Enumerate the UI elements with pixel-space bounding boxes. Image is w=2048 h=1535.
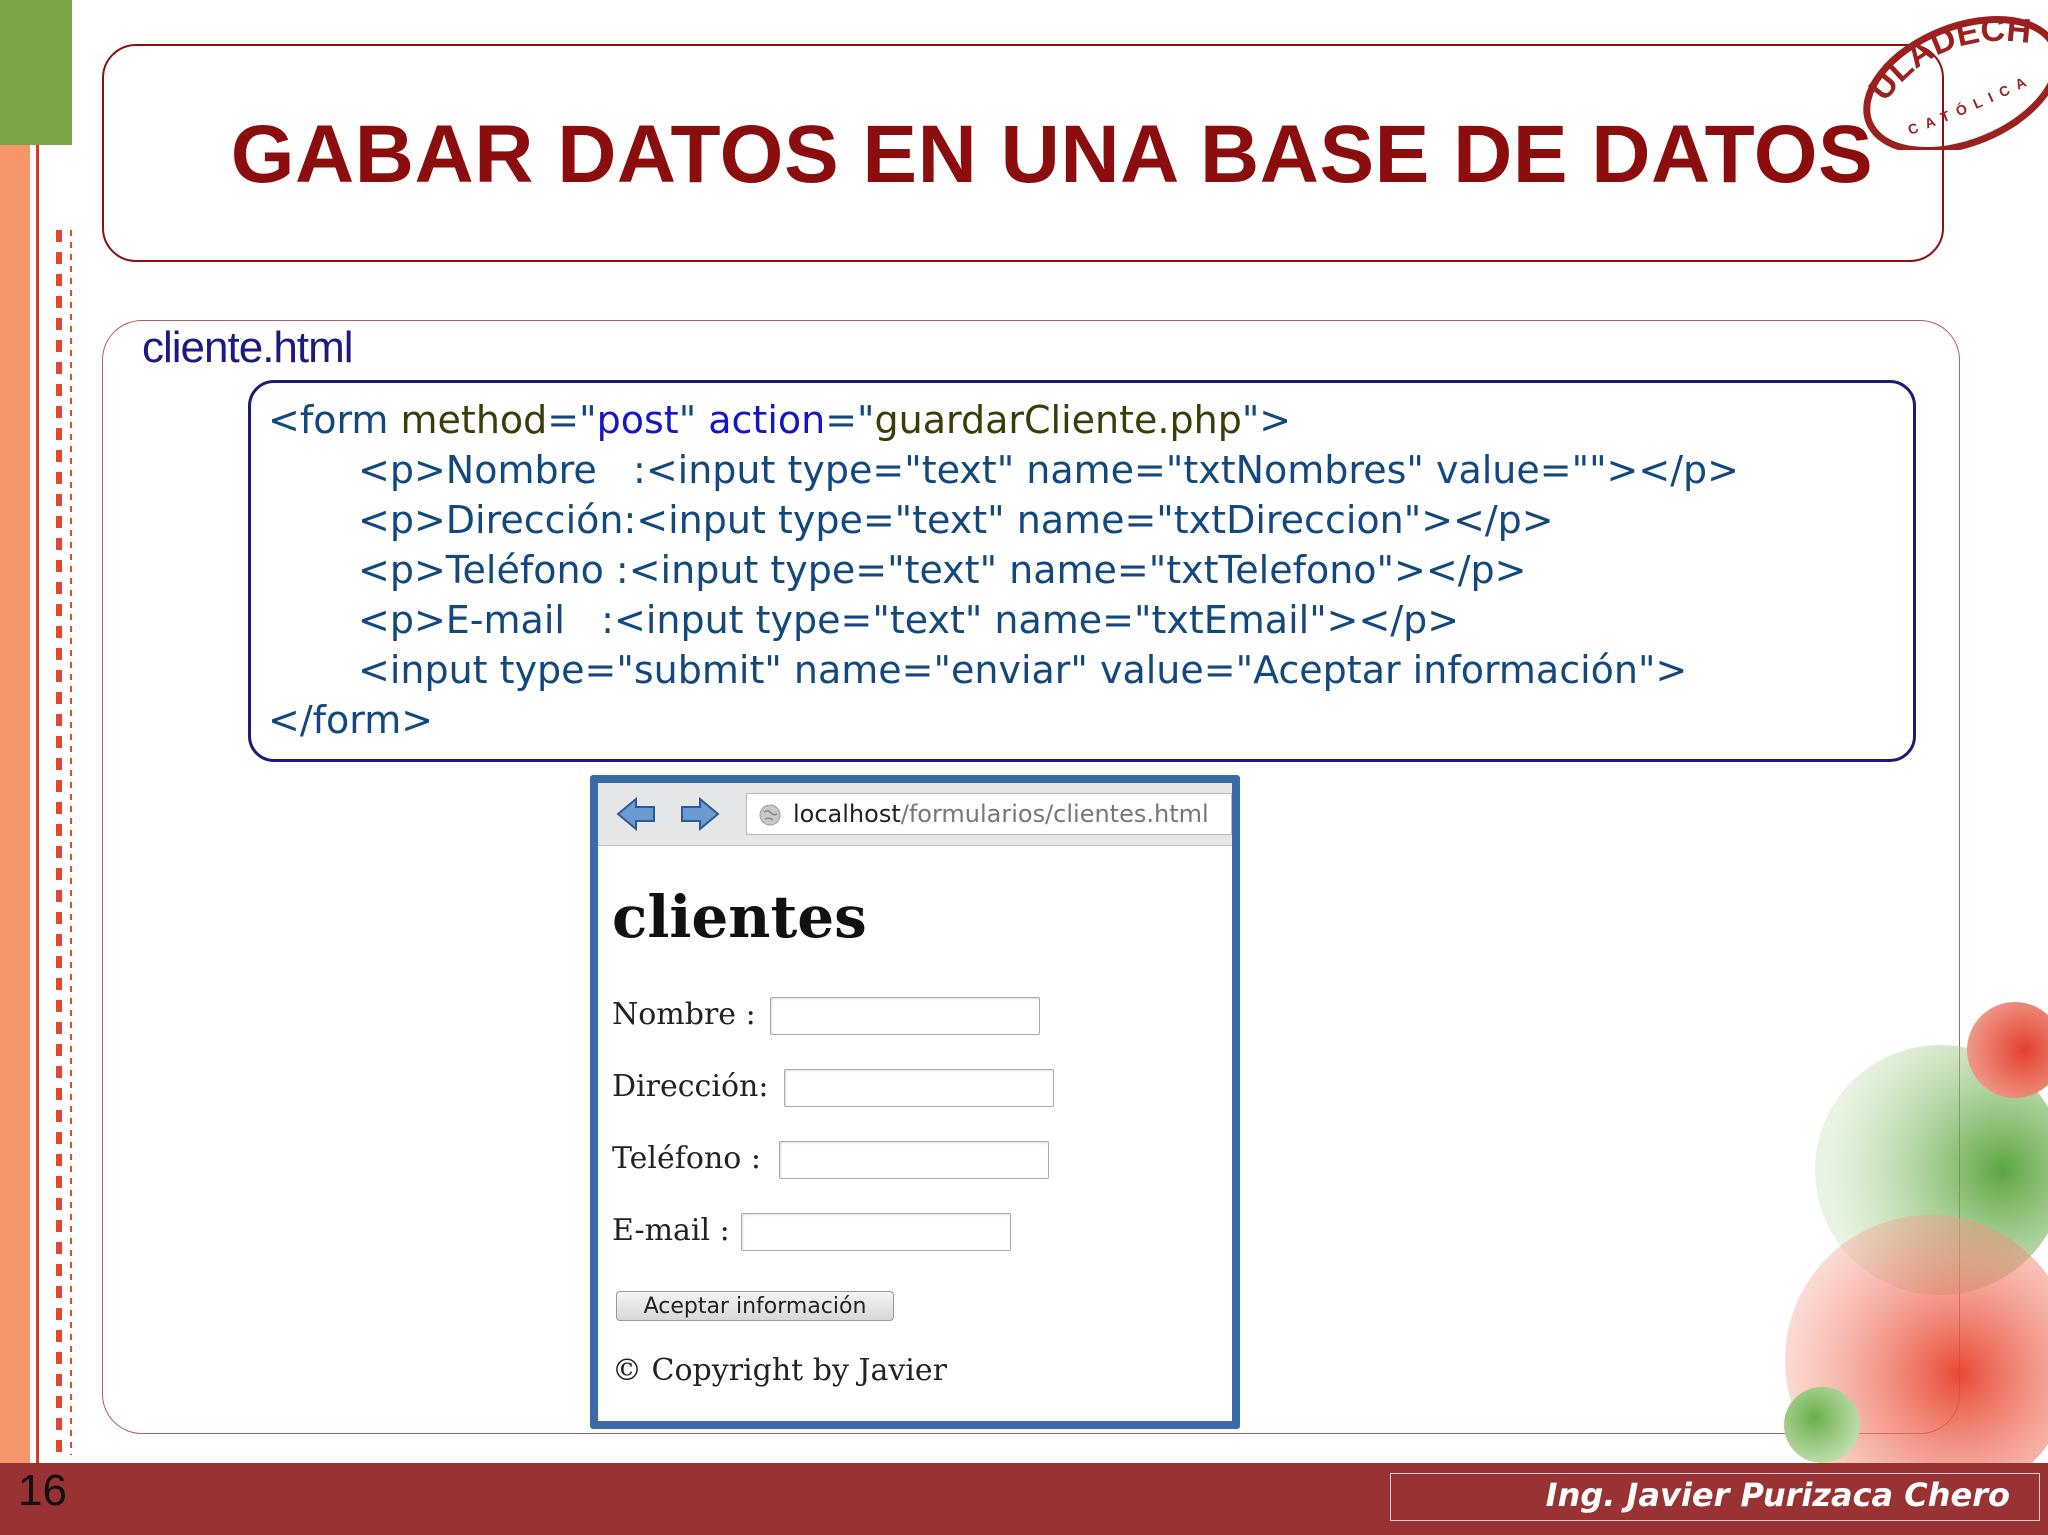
- label-nombre: Nombre :: [612, 997, 756, 1032]
- decorative-bubbles: [1784, 1002, 2048, 1470]
- email-input[interactable]: [741, 1213, 1011, 1251]
- code-line-direccion: <p>Dirección:<input type="text" name="tx…: [358, 498, 1554, 542]
- page-number: 16: [18, 1466, 67, 1515]
- back-arrow-icon[interactable]: [616, 797, 656, 831]
- label-email: E-mail :: [612, 1213, 730, 1248]
- direccion-input[interactable]: [784, 1069, 1054, 1107]
- code-line-form-open: <form method="post" action="guardarClien…: [268, 398, 1292, 442]
- author-name: Ing. Javier Purizaca Chero: [1545, 1476, 2010, 1514]
- left-thin-line: [36, 145, 39, 1463]
- telefono-input[interactable]: [779, 1141, 1049, 1179]
- forward-arrow-icon[interactable]: [680, 797, 720, 831]
- url-text: localhost/formularios/clientes.html: [793, 800, 1209, 828]
- label-telefono: Teléfono :: [612, 1141, 761, 1176]
- left-green-bar: [0, 0, 72, 145]
- label-direccion: Dirección:: [612, 1069, 769, 1104]
- code-line-submit: <input type="submit" name="enviar" value…: [358, 648, 1688, 692]
- left-dotted-line: [70, 230, 72, 1455]
- uladech-logo: ULADECH CATÓLICA: [1861, 11, 2048, 150]
- code-line-telefono: <p>Teléfono :<input type="text" name="tx…: [358, 548, 1527, 592]
- submit-button[interactable]: Aceptar información: [616, 1291, 894, 1321]
- code-line-nombre: <p>Nombre :<input type="text" name="txtN…: [358, 448, 1739, 492]
- code-line-form-close: </form>: [268, 698, 434, 742]
- slide-title: GABAR DATOS EN UNA BASE DE DATOS: [230, 109, 1874, 200]
- left-dashed-line: [56, 230, 62, 1455]
- code-line-email: <p>E-mail :<input type="text" name="txtE…: [358, 598, 1460, 642]
- browser-toolbar: localhost/formularios/clientes.html: [598, 783, 1232, 846]
- page-heading: clientes: [612, 883, 867, 951]
- file-name-label: cliente.html: [142, 323, 354, 372]
- address-bar[interactable]: localhost/formularios/clientes.html: [746, 793, 1232, 835]
- copyright-text: © Copyright by Javier: [612, 1353, 947, 1388]
- globe-icon: [759, 804, 781, 826]
- left-orange-bar: [0, 145, 30, 1463]
- nombre-input[interactable]: [770, 997, 1040, 1035]
- browser-window: localhost/formularios/clientes.html clie…: [590, 775, 1240, 1429]
- svg-text:CATÓLICA: CATÓLICA: [1906, 70, 2036, 138]
